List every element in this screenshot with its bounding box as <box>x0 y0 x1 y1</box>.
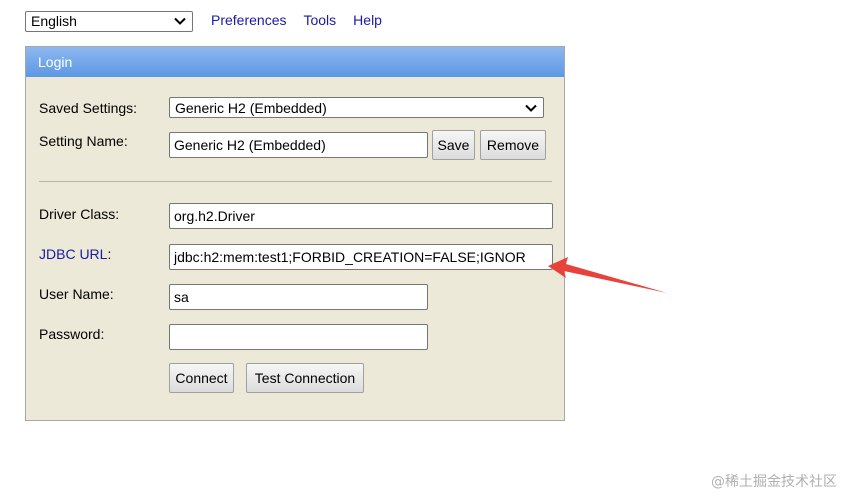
user-name-input[interactable]: sa <box>169 284 428 310</box>
login-panel: Login Saved Settings: Generic H2 (Embedd… <box>25 46 565 421</box>
saved-settings-select[interactable]: Generic H2 (Embedded) <box>169 97 544 118</box>
help-link[interactable]: Help <box>353 12 382 28</box>
user-name-label: User Name: <box>39 286 114 302</box>
top-nav: Preferences Tools Help <box>211 12 382 28</box>
tools-link[interactable]: Tools <box>303 12 336 28</box>
divider <box>39 181 552 182</box>
remove-button[interactable]: Remove <box>480 130 546 160</box>
connect-button[interactable]: Connect <box>169 363 234 393</box>
login-panel-header: Login <box>26 47 564 77</box>
driver-class-label: Driver Class: <box>39 206 120 222</box>
saved-settings-label: Saved Settings: <box>39 100 138 116</box>
language-select[interactable]: English <box>25 10 193 32</box>
driver-class-input[interactable]: org.h2.Driver <box>169 203 553 229</box>
language-select-value: English <box>31 13 77 29</box>
arrow-shape <box>548 257 667 293</box>
setting-name-label: Setting Name: <box>39 133 128 149</box>
password-input[interactable] <box>169 324 428 350</box>
watermark: @稀土掘金技术社区 <box>711 474 837 490</box>
setting-name-input[interactable]: Generic H2 (Embedded) <box>169 132 428 158</box>
jdbc-url-input[interactable]: jdbc:h2:mem:test1;FORBID_CREATION=FALSE;… <box>169 244 553 270</box>
jdbc-url-link[interactable]: JDBC URL <box>39 246 107 262</box>
chevron-down-icon <box>525 104 537 112</box>
password-label: Password: <box>39 326 105 342</box>
top-bar: English <box>25 10 193 32</box>
test-connection-button[interactable]: Test Connection <box>246 363 364 393</box>
preferences-link[interactable]: Preferences <box>211 12 286 28</box>
jdbc-url-colon: : <box>107 246 112 262</box>
jdbc-url-label: JDBC URL: <box>39 246 111 262</box>
saved-settings-value: Generic H2 (Embedded) <box>175 99 327 116</box>
chevron-down-icon <box>174 17 186 25</box>
login-title: Login <box>38 54 73 70</box>
save-button[interactable]: Save <box>432 130 475 160</box>
